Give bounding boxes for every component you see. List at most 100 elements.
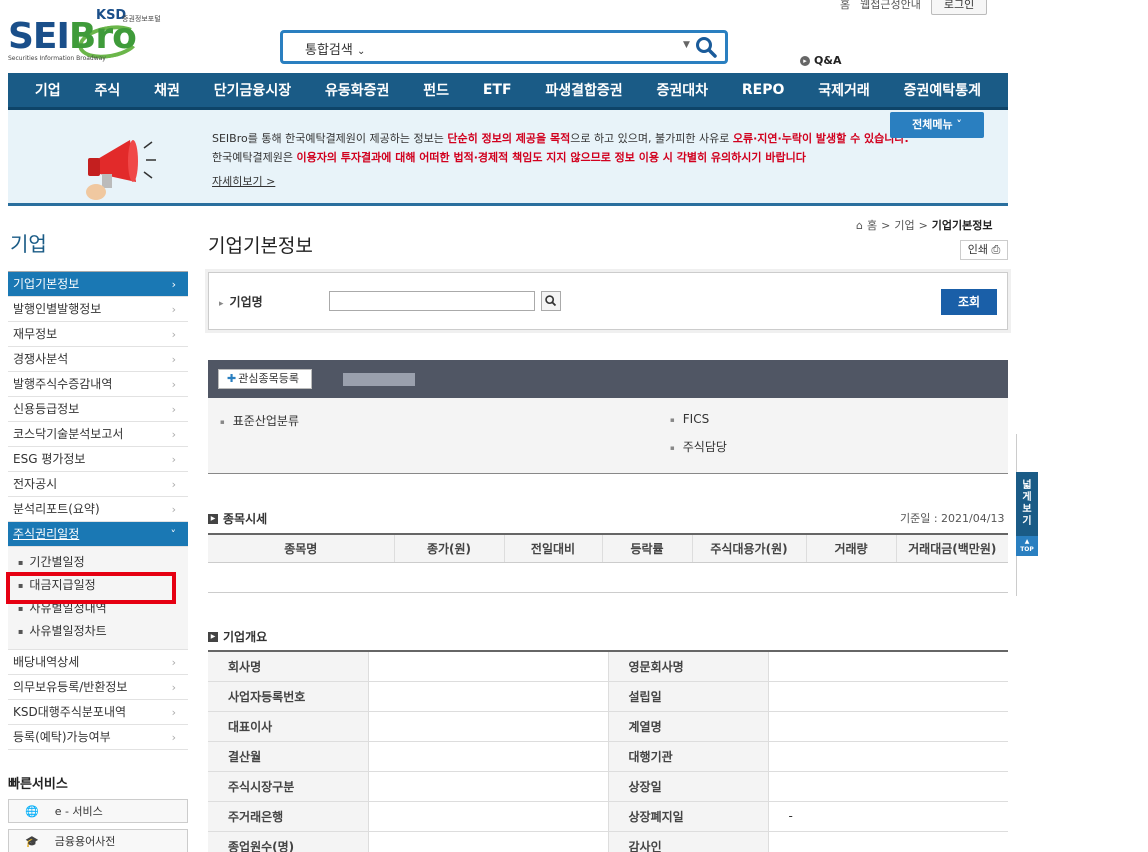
breadcrumb-home[interactable]: 홈: [867, 217, 877, 233]
megaphone-icon: [86, 140, 156, 200]
notice-line-2: 한국예탁결제원은 이용자의 투자결과에 대해 어떠한 법적·경제적 책임도 지지…: [212, 151, 806, 164]
breadcrumb-company[interactable]: 기업: [894, 217, 914, 233]
gnb-item-company[interactable]: 기업: [35, 80, 61, 100]
chevron-right-icon: ›: [171, 706, 176, 719]
login-button[interactable]: 로그인: [930, 0, 988, 15]
search-scope-select[interactable]: 통합검색 ⌄: [305, 39, 365, 58]
page-title: 기업기본정보: [208, 235, 313, 257]
section-arrow-icon: ▶: [208, 513, 218, 524]
quick-e-service[interactable]: 🌐 e - 서비스: [8, 799, 188, 823]
lnb-item-report[interactable]: 분석리포트(요약) ›: [8, 497, 188, 522]
gnb-item-international[interactable]: 국제거래: [818, 80, 870, 100]
industry-info: 표준산업분류 FICS 주식담당: [208, 398, 1008, 474]
price-section-title: ▶ 종목시세: [208, 510, 267, 527]
notice-line-1: SEIBro를 통해 한국예탁결제원이 제공하는 정보는 단순히 정보의 제공을…: [212, 132, 909, 145]
search-input[interactable]: [393, 36, 673, 58]
overview-section-title: ▶ 기업개요: [208, 628, 267, 645]
highlight-box: [6, 572, 176, 604]
search-icon[interactable]: [541, 291, 561, 311]
gnb-item-stock[interactable]: 주식: [95, 80, 121, 100]
seibro-logo[interactable]: SEIBro KSD 증권정보포털 Securities Information…: [8, 8, 188, 66]
lnb-item-deposit-eligible[interactable]: 등록(예탁)가능여부 ›: [8, 725, 188, 750]
breadcrumb: ⌂ 홈 > 기업 > 기업기본정보: [856, 217, 993, 233]
col-amount: 거래대금(백만원): [895, 534, 1008, 563]
section-arrow-icon: ▶: [208, 631, 218, 642]
logo-subtitle: Securities Information Broadway: [8, 55, 106, 62]
table-row: 사업자등록번호 설립일: [208, 681, 1008, 712]
gnb-item-derivative[interactable]: 파생결합증권: [545, 80, 622, 100]
all-menu-button[interactable]: 전체메뉴 ˅: [890, 112, 984, 138]
gnb-item-abs[interactable]: 유동화증권: [325, 80, 389, 100]
logo-ksd-sub: 증권정보포털: [122, 15, 161, 23]
global-search: 통합검색 ⌄ ▼: [280, 30, 728, 64]
gnb-item-repo[interactable]: REPO: [742, 82, 785, 98]
lnb-item-company-basic[interactable]: 기업기본정보 ›: [8, 272, 188, 297]
col-rate: 등락률: [601, 534, 692, 563]
breadcrumb-current: 기업기본정보: [931, 219, 993, 232]
chevron-right-icon: ›: [171, 403, 176, 416]
company-name-input[interactable]: [329, 291, 535, 311]
gnb-item-etf[interactable]: ETF: [483, 82, 512, 98]
lnb-item-disclosure[interactable]: 전자공시 ›: [8, 472, 188, 497]
home-icon[interactable]: ⌂: [856, 219, 863, 232]
lnb-item-finance[interactable]: 재무정보 ›: [8, 322, 188, 347]
industry-fics: FICS: [670, 412, 709, 426]
search-history-dropdown[interactable]: ▼: [683, 40, 690, 50]
col-name: 종목명: [208, 534, 394, 563]
table-row: [208, 562, 1008, 593]
table-row: 종업원수(명) 감사인: [208, 831, 1008, 852]
accessibility-link[interactable]: 웹접근성안내: [860, 0, 921, 12]
main-navigation: 기업 주식 채권 단기금융시장 유동화증권 펀드 ETF 파생결합증권 증권대차…: [8, 73, 1008, 110]
globe-icon: 🌐: [25, 804, 39, 818]
chevron-right-icon: ›: [171, 731, 176, 744]
top-utility: 홈 웹접근성안내 로그인: [840, 0, 1008, 15]
lnb-item-issuer[interactable]: 발행인별발행정보 ›: [8, 297, 188, 322]
lnb-sub-reason-chart[interactable]: 사유별일정차트: [8, 620, 188, 643]
table-header-row: 종목명 종가(원) 전일대비 등락률 주식대용가(원) 거래량 거래대금(백만원…: [208, 534, 1008, 563]
table-row: 주식시장구분 상장일: [208, 771, 1008, 802]
col-change: 전일대비: [503, 534, 602, 563]
lnb-sub-period[interactable]: 기간별일정: [8, 551, 188, 574]
chevron-down-icon: ˅: [170, 528, 177, 541]
lnb-item-dividend[interactable]: 배당내역상세 ›: [8, 650, 188, 675]
graduation-cap-icon: 🎓: [25, 834, 39, 848]
left-navigation: 기업기본정보 › 발행인별발행정보 › 재무정보 › 경쟁사분석 › 발행주식수증감내역…: [8, 271, 188, 750]
print-button[interactable]: 인쇄 ⎙: [960, 240, 1008, 260]
quick-glossary[interactable]: 🎓 금융용어사전: [8, 829, 188, 852]
lookup-button[interactable]: 조회: [941, 289, 997, 315]
lnb-item-shares-change[interactable]: 발행주식수증감내역 ›: [8, 372, 188, 397]
gnb-item-bond[interactable]: 채권: [154, 80, 180, 100]
chevron-right-icon: ›: [171, 478, 176, 491]
lnb-item-lockup[interactable]: 의무보유등록/반환정보 ›: [8, 675, 188, 700]
qna-link[interactable]: ▸ Q&A: [800, 54, 841, 67]
overview-table: 회사명 영문회사명 사업자등록번호 설립일 대표이사 계열명 결산월 대행기관 주식시장…: [208, 650, 1008, 852]
table-row: 대표이사 계열명: [208, 711, 1008, 742]
gnb-item-fund[interactable]: 펀드: [423, 80, 449, 100]
lnb-item-competitor[interactable]: 경쟁사분석 ›: [8, 347, 188, 372]
company-search-panel: 기업명 조회: [205, 269, 1011, 333]
breadcrumb-separator: >: [881, 218, 891, 232]
col-close: 종가(원): [393, 534, 504, 563]
chevron-right-icon: ›: [171, 278, 176, 291]
add-favorite-button[interactable]: ✚ 관심종목등록: [218, 369, 312, 389]
gnb-item-lending[interactable]: 증권대차: [657, 80, 709, 100]
chevron-right-icon: ›: [171, 681, 176, 694]
company-name-label: 기업명: [219, 293, 263, 310]
lnb-item-ksd-distribution[interactable]: KSD대행주식분포내역 ›: [8, 700, 188, 725]
chevron-right-icon: ›: [171, 428, 176, 441]
notice-more-link[interactable]: 자세히보기 >: [212, 173, 275, 189]
lnb-item-esg[interactable]: ESG 평가정보 ›: [8, 447, 188, 472]
wide-view-toggle[interactable]: 넓게보기 ▲ TOP: [1016, 472, 1038, 556]
home-link[interactable]: 홈: [840, 0, 850, 12]
chevron-right-icon: ›: [171, 353, 176, 366]
lnb-item-credit[interactable]: 신용등급정보 ›: [8, 397, 188, 422]
gnb-item-statistics[interactable]: 증권예탁통계: [904, 80, 981, 100]
lnb-title: 기업: [10, 232, 47, 256]
lnb-item-rights-schedule[interactable]: 주식권리일정 ˅: [8, 522, 188, 547]
search-icon[interactable]: [695, 36, 717, 58]
arrow-up-icon: ▲: [1024, 538, 1030, 545]
scroll-top-button[interactable]: ▲ TOP: [1016, 536, 1038, 556]
lnb-item-kosdaq-report[interactable]: 코스닥기술분석보고서 ›: [8, 422, 188, 447]
gnb-item-short-term[interactable]: 단기금융시장: [214, 80, 291, 100]
arrow-right-icon: ▸: [800, 55, 810, 66]
